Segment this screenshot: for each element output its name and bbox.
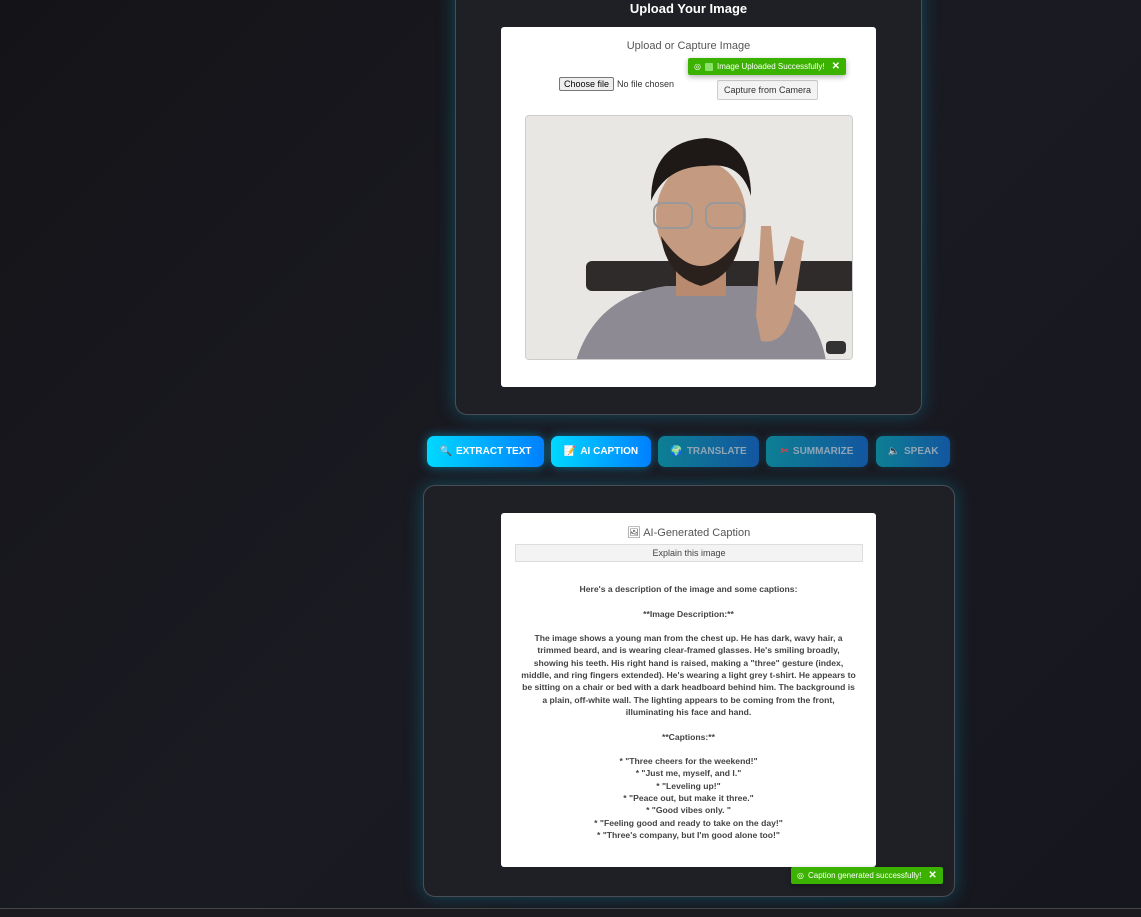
file-input[interactable]: Choose file No file chosen (559, 77, 674, 91)
choose-file-button[interactable]: Choose file (559, 77, 615, 91)
bottom-bar (0, 908, 1141, 917)
explain-image-button[interactable]: Explain this image (515, 544, 863, 562)
translate-button[interactable]: 🌍 TRANSLATE (658, 436, 759, 467)
description-heading: **Image Description:** (643, 608, 734, 619)
caption-item: * "Peace out, but make it three." (623, 793, 754, 804)
caption-item: * "Three cheers for the weekend!" (619, 756, 758, 767)
button-label: TRANSLATE (686, 446, 747, 457)
extract-text-button[interactable]: 🔍 EXTRACT TEXT (427, 436, 544, 467)
uploaded-image-preview (525, 115, 853, 360)
button-label: SUMMARIZE (792, 446, 854, 457)
speak-button[interactable]: 🔈 SPEAK (876, 436, 950, 467)
description-text: The image shows a young man from the che… (521, 633, 856, 717)
close-icon[interactable]: ✕ (832, 61, 840, 72)
speaker-icon: 🔈 (887, 446, 900, 457)
ai-caption-button[interactable]: 📝 AI CAPTION (551, 436, 651, 467)
caption-item: * "Good vibes only. " (646, 805, 731, 816)
button-label: AI CAPTION (580, 446, 639, 457)
upload-card-title: Upload or Capture Image (626, 40, 751, 52)
scissors-icon: ✂ (780, 446, 789, 457)
intro-text: Here's a description of the image and so… (579, 584, 798, 594)
check-circle-icon: ◎ (694, 62, 701, 71)
upload-card: Upload or Capture Image Choose file No f… (501, 27, 876, 387)
caption-card: 🖼 AI-Generated Caption Explain this imag… (501, 513, 876, 867)
capture-camera-button[interactable]: Capture from Camera (717, 80, 819, 100)
caption-success-toast: ◎ Caption generated successfully! ✕ (791, 867, 943, 884)
upload-success-toast: ◎ Image Uploaded Successfully! ✕ (688, 58, 846, 75)
check-box-icon (704, 62, 713, 71)
captions-heading: **Captions:** (661, 731, 715, 742)
caption-list: * "Three cheers for the weekend!" * "Jus… (521, 755, 856, 841)
picture-icon: 🖼 (626, 527, 641, 539)
toast-message: Caption generated successfully! (807, 871, 922, 880)
caption-item: * "Leveling up!" (656, 780, 721, 791)
close-icon[interactable]: ✕ (928, 870, 936, 881)
caption-output: Here's a description of the image and so… (521, 583, 856, 841)
toast-message: Image Uploaded Successfully! (716, 62, 825, 71)
caption-item: * "Feeling good and ready to take on the… (594, 817, 783, 828)
file-status: No file chosen (617, 79, 675, 89)
button-label: SPEAK (904, 446, 939, 457)
summarize-button[interactable]: ✂ SUMMARIZE (766, 436, 868, 467)
caption-item: * "Three's company, but I'm good alone t… (596, 829, 780, 840)
globe-icon: 🌍 (670, 446, 683, 457)
upload-panel-title: Upload Your Image (629, 1, 748, 16)
caption-card-title: 🖼 AI-Generated Caption (501, 526, 876, 539)
button-label: EXTRACT TEXT (455, 446, 532, 457)
caption-title-text: AI-Generated Caption (643, 527, 751, 539)
search-icon: 🔍 (439, 446, 452, 457)
caption-item: * "Just me, myself, and I." (635, 768, 742, 779)
check-circle-icon: ◎ (797, 871, 804, 880)
memo-icon: 📝 (563, 446, 577, 457)
